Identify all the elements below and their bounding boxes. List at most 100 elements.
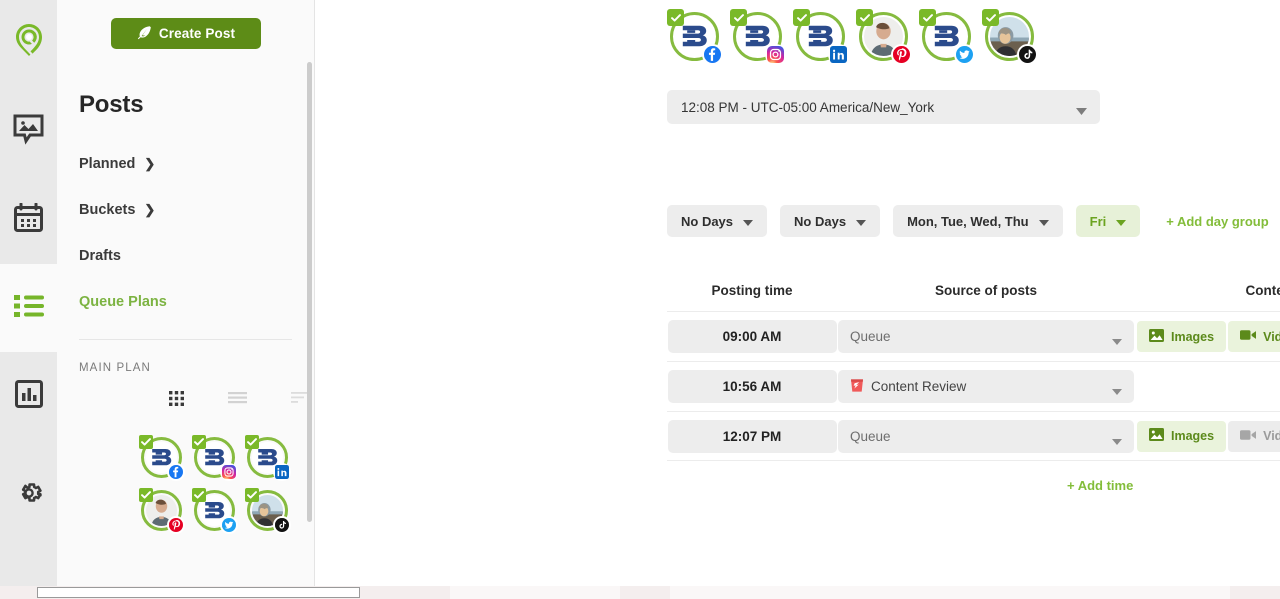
account-avatars-row bbox=[315, 0, 1280, 65]
account-avatar-pinterest[interactable] bbox=[139, 488, 185, 534]
account-avatar-facebook[interactable] bbox=[667, 9, 723, 65]
source-select[interactable]: Queue bbox=[838, 320, 1134, 353]
cell-source: Content Review bbox=[837, 370, 1135, 403]
checkmark-badge bbox=[139, 435, 153, 449]
rail-item-calendar[interactable] bbox=[0, 176, 57, 264]
account-avatar-linkedin[interactable] bbox=[245, 435, 291, 481]
image-icon bbox=[1149, 328, 1164, 345]
create-post-button[interactable]: Create Post bbox=[110, 18, 261, 49]
rail-item-analytics[interactable] bbox=[0, 352, 57, 440]
checkmark-badge bbox=[667, 9, 684, 26]
day-group-chip-4[interactable]: Fri bbox=[1075, 205, 1141, 237]
view-toggle-group bbox=[169, 391, 314, 411]
posting-time-input[interactable]: 12:07 PM bbox=[667, 419, 837, 453]
list-view-icon[interactable] bbox=[228, 391, 247, 411]
pinterest-icon bbox=[167, 516, 185, 534]
cell-posting-time: 12:07 PM bbox=[667, 419, 837, 453]
checkmark-badge bbox=[139, 488, 153, 502]
content-chip-label: Images bbox=[1171, 329, 1215, 344]
schedule-table: Posting time Source of posts Content all… bbox=[315, 283, 1280, 493]
grid-view-icon[interactable] bbox=[169, 391, 184, 411]
gear-icon bbox=[14, 478, 44, 513]
create-post-label: Create Post bbox=[158, 26, 236, 41]
checkmark-badge bbox=[730, 9, 747, 26]
content-chip-videos[interactable]: Videos bbox=[1228, 420, 1280, 452]
list-icon bbox=[13, 294, 44, 323]
rail-item-posts-feed[interactable] bbox=[0, 88, 57, 176]
chevron-down-icon bbox=[1112, 433, 1122, 448]
add-day-group-button[interactable]: + Add day group bbox=[1166, 214, 1268, 229]
chevron-down-icon bbox=[1076, 103, 1087, 118]
calendar-icon bbox=[14, 202, 43, 237]
video-icon bbox=[1240, 329, 1257, 344]
chevron-right-icon: ❯ bbox=[144, 156, 156, 171]
main-content: 12:08 PM - UTC-05:00 America/New_York No… bbox=[315, 0, 1280, 599]
account-avatar-twitter[interactable] bbox=[192, 488, 238, 534]
sidebar-item-label: Planned bbox=[79, 156, 136, 172]
sidebar-scrollbar[interactable] bbox=[307, 62, 312, 522]
rail-item-queue[interactable] bbox=[0, 264, 57, 352]
chevron-right-icon: ❯ bbox=[144, 202, 156, 217]
rail-item-settings[interactable] bbox=[0, 440, 57, 550]
day-group-row: No Days No Days Mon, Tue, Wed, Thu Fri +… bbox=[667, 205, 1280, 237]
timezone-value: 12:08 PM - UTC-05:00 America/New_York bbox=[681, 99, 935, 115]
checkmark-badge bbox=[793, 9, 810, 26]
column-header-content: Content allowed to post bbox=[1245, 283, 1280, 298]
content-chip-label: Videos bbox=[1263, 329, 1280, 344]
table-body: 09:00 AMQueueImagesVideosLinksTexts10:56… bbox=[667, 311, 1280, 461]
cell-source: Queue bbox=[837, 419, 1135, 453]
posting-time-input[interactable]: 10:56 AM bbox=[667, 370, 837, 403]
table-row: 10:56 AM Content Review bbox=[667, 361, 1280, 411]
content-chip-images[interactable]: Images bbox=[1137, 420, 1227, 452]
instagram-icon bbox=[765, 44, 786, 65]
day-group-chip-2[interactable]: No Days bbox=[780, 205, 881, 237]
sidebar-item-queue-plans[interactable]: Queue Plans bbox=[79, 279, 314, 325]
tiktok-icon bbox=[273, 516, 291, 534]
day-group-chip-1[interactable]: No Days bbox=[667, 205, 768, 237]
checkmark-badge bbox=[245, 488, 259, 502]
sidebar-nav: Planned ❯ Buckets ❯ Drafts Queue Plans bbox=[57, 141, 314, 325]
day-group-label: Fri bbox=[1089, 213, 1107, 229]
chevron-down-icon bbox=[1116, 214, 1127, 229]
account-avatar-tiktok[interactable] bbox=[982, 9, 1038, 65]
account-avatar-facebook[interactable] bbox=[139, 435, 185, 481]
rail-item-logo[interactable] bbox=[0, 0, 57, 88]
instagram-icon bbox=[220, 463, 238, 481]
sidebar-item-drafts[interactable]: Drafts bbox=[79, 233, 314, 279]
page-title: Posts bbox=[79, 91, 144, 118]
main-plan-label: MAIN PLAN bbox=[79, 362, 151, 374]
cell-content-allowed: ImagesVideosLinksTexts bbox=[1135, 420, 1280, 452]
content-chip-videos[interactable]: Videos bbox=[1228, 321, 1280, 352]
account-avatar-twitter[interactable] bbox=[919, 9, 975, 65]
linkedin-icon bbox=[273, 463, 291, 481]
account-avatar-linkedin[interactable] bbox=[793, 9, 849, 65]
sidebar-item-planned[interactable]: Planned ❯ bbox=[79, 141, 314, 187]
column-header-source: Source of posts bbox=[934, 283, 1037, 298]
account-avatar-instagram[interactable] bbox=[192, 435, 238, 481]
account-avatar-instagram[interactable] bbox=[730, 9, 786, 65]
cell-posting-time: 10:56 AM bbox=[667, 370, 837, 403]
day-group-label: Mon, Tue, Wed, Thu bbox=[907, 213, 1029, 229]
facebook-icon bbox=[702, 44, 723, 65]
day-group-label: No Days bbox=[681, 213, 734, 229]
posting-time-input[interactable]: 09:00 AM bbox=[667, 320, 837, 353]
account-avatar-pinterest[interactable] bbox=[856, 9, 912, 65]
add-time-button[interactable]: + Add time bbox=[1067, 478, 1280, 493]
sidebar-item-buckets[interactable]: Buckets ❯ bbox=[79, 187, 314, 233]
day-group-chip-3[interactable]: Mon, Tue, Wed, Thu bbox=[893, 205, 1063, 237]
content-chip-images[interactable]: Images bbox=[1137, 321, 1227, 352]
chevron-down-icon bbox=[1112, 333, 1122, 348]
create-post-wrap: Create Post bbox=[57, 0, 314, 49]
checkmark-badge bbox=[192, 435, 206, 449]
horizontal-scrollbar-thumb[interactable] bbox=[37, 587, 360, 598]
chevron-down-icon bbox=[743, 214, 754, 229]
account-avatar-tiktok[interactable] bbox=[245, 488, 291, 534]
checkmark-badge bbox=[982, 9, 999, 26]
sidebar-divider bbox=[79, 339, 292, 340]
source-select[interactable]: Content Review bbox=[838, 370, 1134, 403]
source-select[interactable]: Queue bbox=[838, 419, 1134, 453]
facebook-icon bbox=[167, 463, 185, 481]
timezone-select[interactable]: 12:08 PM - UTC-05:00 America/New_York bbox=[667, 90, 1100, 124]
checkmark-badge bbox=[919, 9, 936, 26]
horizontal-scrollbar[interactable] bbox=[0, 586, 1280, 599]
